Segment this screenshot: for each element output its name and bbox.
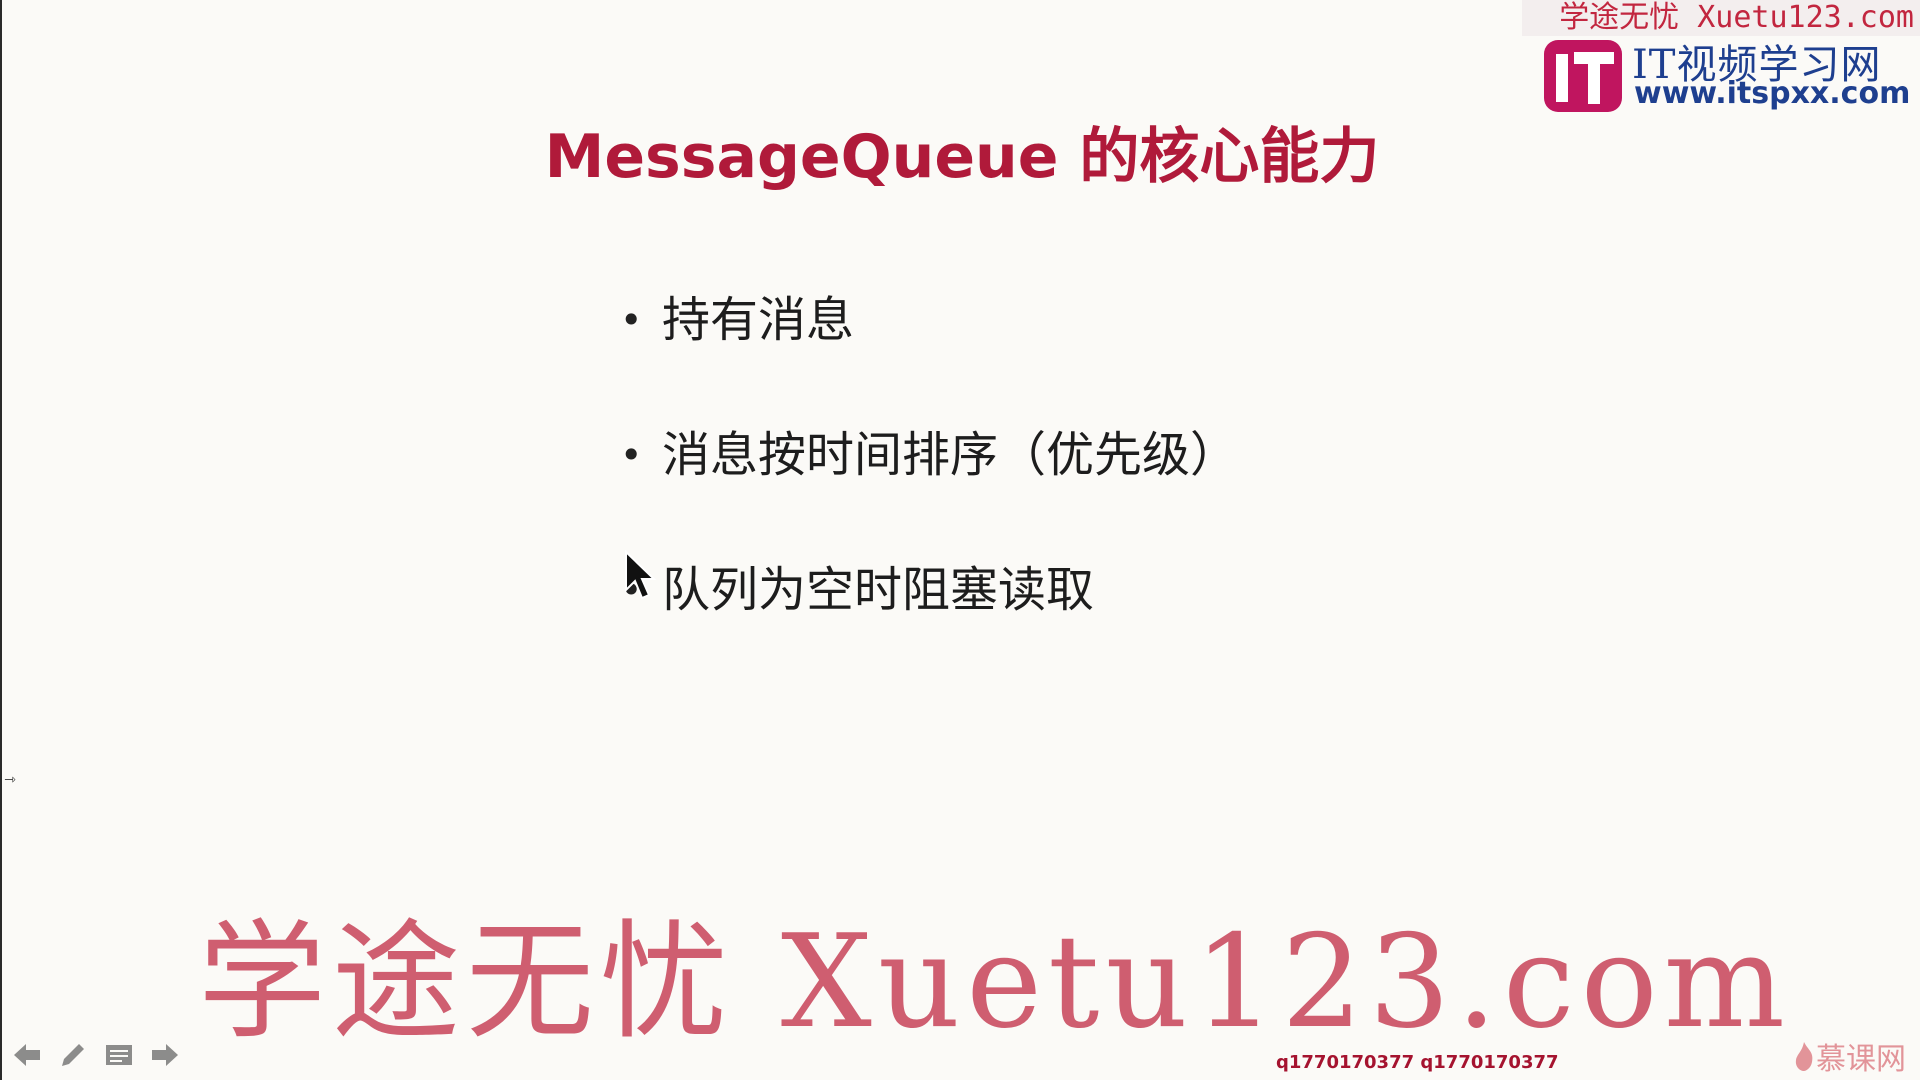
slide-title: MessageQueue 的核心能力 [544,122,1380,192]
arrow-right-icon [152,1044,178,1066]
arrow-left-icon [14,1044,40,1066]
itspxx-logo: IT视频学习网 www.itspxx.com [1542,34,1912,114]
pen-tool-button[interactable] [56,1038,90,1072]
bullet-text-time-ordering: 消息按时间排序（优先级） [662,427,1239,483]
bullet-item: • 消息按时间排序（优先级） [620,425,1520,560]
slide-menu-button[interactable] [102,1038,136,1072]
bullet-list: • 持有消息 • 消息按时间排序（优先级） • 队列为空时阻塞读取 [620,290,1520,695]
mooc-watermark: 慕课网 [1792,1034,1906,1078]
bullet-item: • 队列为空时阻塞读取 [620,560,1520,695]
presentation-slide: ⇾ 学途无忧 Xuetu123.com IT视频学习网 www.itspxx.c… [0,0,1920,1080]
menu-icon [106,1045,132,1065]
top-watermark-banner: 学途无忧 Xuetu123.com [1522,0,1920,36]
logo-url: www.itspxx.com [1634,76,1911,111]
bullet-dot: • [620,298,643,342]
bullet-text-hold-messages: 持有消息 [662,292,855,348]
previous-slide-button[interactable] [10,1038,44,1072]
qq-watermark: q1770170377 q1770170377 [1276,1052,1559,1073]
large-watermark: 学途无忧 Xuetu123.com [198,908,1791,1057]
edge-arrow-icon: ⇾ [4,772,16,788]
bullet-dot: • [620,433,643,477]
next-slide-button[interactable] [148,1038,182,1072]
it-logo-icon [1544,40,1622,112]
mooc-label: 慕课网 [1816,1042,1906,1077]
mouse-cursor-icon [625,550,657,600]
bullet-text-blocking-read: 队列为空时阻塞读取 [662,562,1095,618]
slideshow-toolbar [10,1038,182,1072]
bullet-item: • 持有消息 [620,290,1520,425]
pencil-icon [62,1044,84,1066]
flame-icon [1795,1042,1813,1071]
